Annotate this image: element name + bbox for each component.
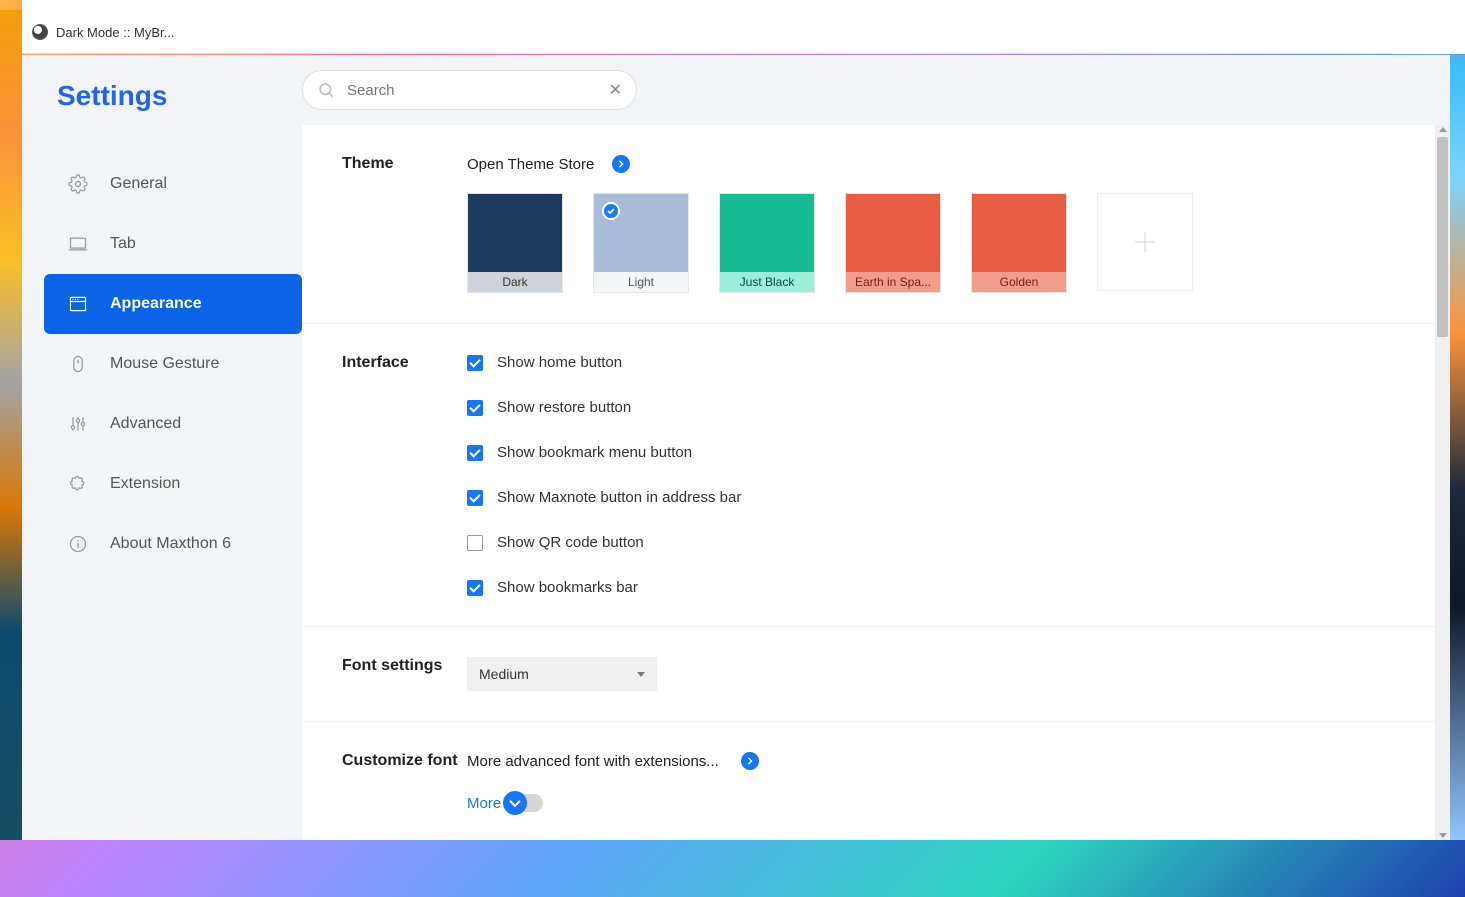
sidebar-item-tab[interactable]: Tab xyxy=(22,214,302,274)
advanced-font-label: More advanced font with extensions... xyxy=(467,753,719,770)
font-size-select[interactable]: Medium xyxy=(467,657,657,691)
advanced-font-link[interactable]: More advanced font with extensions... xyxy=(467,752,1395,770)
theme-caption: Light xyxy=(594,272,688,292)
theme-card-golden[interactable]: Golden xyxy=(971,193,1067,293)
section-heading: Theme xyxy=(342,155,467,293)
section-theme: Theme Open Theme Store Dark xyxy=(302,125,1435,323)
window-icon xyxy=(68,294,88,314)
sidebar-item-label: Tab xyxy=(110,235,136,253)
checkbox-label: Show bookmarks bar xyxy=(497,579,638,596)
sidebar: Settings General Tab Appearance Mouse Ge… xyxy=(22,55,302,840)
checkbox-label: Show home button xyxy=(497,354,622,371)
theme-preview xyxy=(846,194,940,272)
laptop-icon xyxy=(68,234,88,254)
sidebar-item-general[interactable]: General xyxy=(22,154,302,214)
settings-title: Settings xyxy=(22,80,302,112)
browser-tab-title: Dark Mode :: MyBr... xyxy=(56,25,174,40)
chevron-down-icon xyxy=(637,672,645,677)
settings-panel: Theme Open Theme Store Dark xyxy=(302,125,1435,840)
checkbox-icon[interactable] xyxy=(467,355,483,371)
checkbox-icon[interactable] xyxy=(467,445,483,461)
settings-app: Settings General Tab Appearance Mouse Ge… xyxy=(22,55,1450,840)
sidebar-item-advanced[interactable]: Advanced xyxy=(22,394,302,454)
add-theme-button[interactable] xyxy=(1097,193,1193,291)
info-icon xyxy=(68,534,88,554)
section-font-settings: Font settings Medium xyxy=(302,626,1435,721)
checkbox-icon[interactable] xyxy=(467,580,483,596)
sliders-icon xyxy=(68,414,88,434)
checkbox-icon[interactable] xyxy=(467,535,483,551)
checkbox-label: Show bookmark menu button xyxy=(497,444,692,461)
sidebar-item-label: About Maxthon 6 xyxy=(110,535,231,553)
sidebar-item-label: Appearance xyxy=(110,295,202,313)
theme-preview xyxy=(468,194,562,272)
sidebar-item-label: Extension xyxy=(110,475,180,493)
theme-card-dark[interactable]: Dark xyxy=(467,193,563,293)
sidebar-item-extension[interactable]: Extension xyxy=(22,454,302,514)
arrow-right-icon xyxy=(741,752,759,770)
toggle-knob-icon xyxy=(503,791,527,815)
open-theme-store-label: Open Theme Store xyxy=(467,156,594,173)
theme-preview xyxy=(972,194,1066,272)
theme-card-light[interactable]: Light xyxy=(593,193,689,293)
check-icon xyxy=(602,202,620,220)
section-interface: Interface Show home button Show restore … xyxy=(302,323,1435,626)
section-customize-font: Customize font More advanced font with e… xyxy=(302,721,1435,840)
checkbox-icon[interactable] xyxy=(467,490,483,506)
wallpaper-left xyxy=(0,10,22,840)
section-heading: Customize font xyxy=(342,752,467,812)
font-size-value: Medium xyxy=(479,666,529,682)
puzzle-icon xyxy=(68,474,88,494)
toolbar-strip xyxy=(22,0,1465,11)
theme-preview xyxy=(720,194,814,272)
browser-tabbar: Dark Mode :: MyBr... xyxy=(22,11,1392,54)
moon-icon xyxy=(32,24,48,40)
mouse-icon xyxy=(68,354,88,374)
search-input[interactable] xyxy=(347,82,597,99)
scrollbar-thumb[interactable] xyxy=(1437,137,1448,337)
theme-caption: Dark xyxy=(468,272,562,292)
checkbox-label: Show restore button xyxy=(497,399,631,416)
checkbox-qrcode[interactable]: Show QR code button xyxy=(467,534,1395,551)
section-heading: Font settings xyxy=(342,657,467,691)
settings-search[interactable]: ✕ xyxy=(302,70,637,110)
checkbox-icon[interactable] xyxy=(467,400,483,416)
theme-card-justblack[interactable]: Just Black xyxy=(719,193,815,293)
arrow-right-icon xyxy=(612,155,630,173)
search-icon xyxy=(317,81,335,99)
theme-list: Dark Light Just Black xyxy=(467,193,1395,293)
theme-caption: Just Black xyxy=(720,272,814,292)
section-heading: Interface xyxy=(342,354,467,596)
more-link[interactable]: More xyxy=(467,795,501,812)
sidebar-item-appearance[interactable]: Appearance xyxy=(44,274,302,334)
checkbox-home-button[interactable]: Show home button xyxy=(467,354,1395,371)
more-toggle[interactable] xyxy=(511,794,543,812)
checkbox-label: Show QR code button xyxy=(497,534,644,551)
wallpaper-right xyxy=(1450,60,1465,840)
theme-caption: Golden xyxy=(972,272,1066,292)
open-theme-store-link[interactable]: Open Theme Store xyxy=(467,155,1395,173)
browser-tab[interactable]: Dark Mode :: MyBr... xyxy=(32,24,174,40)
toolbar-right-strip xyxy=(1392,0,1465,54)
gear-icon xyxy=(68,174,88,194)
vertical-scrollbar[interactable] xyxy=(1435,125,1450,840)
checkbox-maxnote[interactable]: Show Maxnote button in address bar xyxy=(467,489,1395,506)
checkbox-bookmark-menu[interactable]: Show bookmark menu button xyxy=(467,444,1395,461)
main-content: ✕ Theme Open Theme Store Dark xyxy=(302,55,1450,840)
sidebar-item-label: General xyxy=(110,175,167,193)
theme-card-earth[interactable]: Earth in Spa... xyxy=(845,193,941,293)
sidebar-item-label: Mouse Gesture xyxy=(110,355,219,373)
checkbox-label: Show Maxnote button in address bar xyxy=(497,489,741,506)
plus-icon xyxy=(1130,227,1160,257)
checkbox-restore-button[interactable]: Show restore button xyxy=(467,399,1395,416)
more-font-row: More xyxy=(467,794,1395,812)
sidebar-item-about[interactable]: About Maxthon 6 xyxy=(22,514,302,574)
clear-search-button[interactable]: ✕ xyxy=(609,80,622,100)
sidebar-item-mouse-gesture[interactable]: Mouse Gesture xyxy=(22,334,302,394)
sidebar-item-label: Advanced xyxy=(110,415,181,433)
theme-caption: Earth in Spa... xyxy=(846,272,940,292)
checkbox-bookmarks-bar[interactable]: Show bookmarks bar xyxy=(467,579,1395,596)
